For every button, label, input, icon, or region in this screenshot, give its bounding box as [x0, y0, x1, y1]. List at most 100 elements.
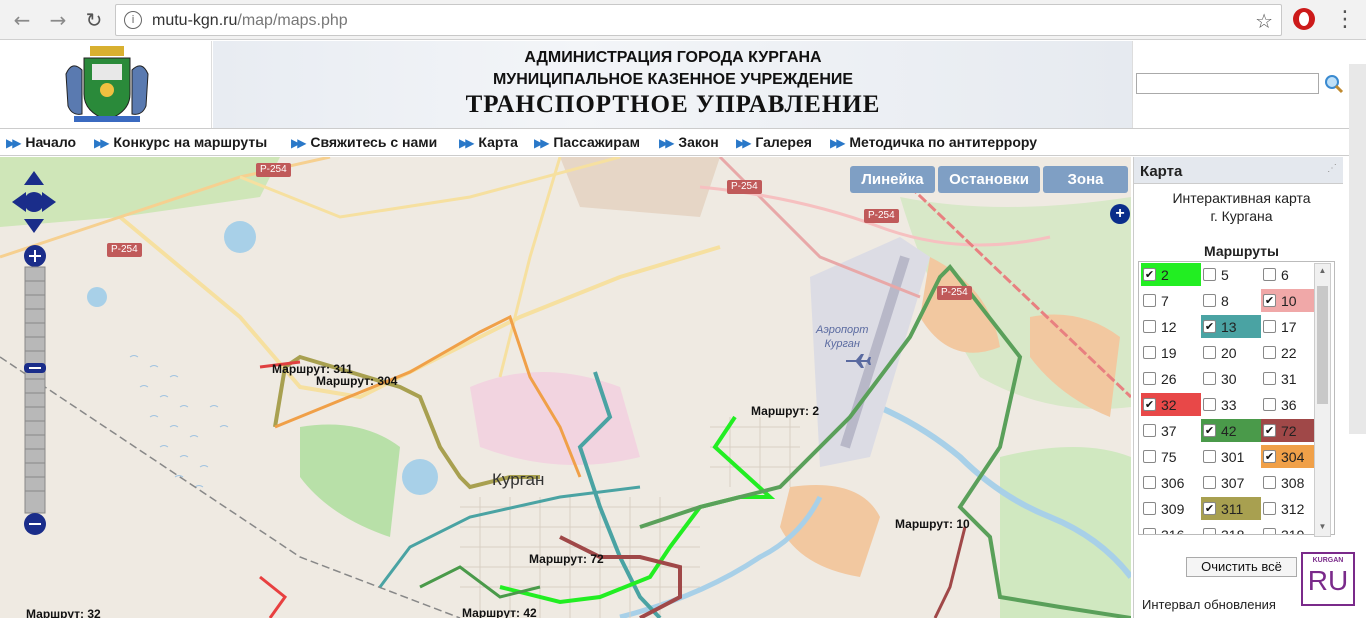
browser-menu-icon[interactable]: ⋮ [1334, 7, 1356, 32]
nav-contest[interactable]: ▶▶ Конкурс на маршруты [94, 134, 267, 150]
ruler-button[interactable]: Линейка [850, 166, 935, 193]
route-option-75[interactable]: 75 [1141, 445, 1201, 468]
route-checkbox[interactable]: ✔ [1143, 268, 1156, 281]
route-option-7[interactable]: 7 [1141, 289, 1201, 312]
route-checkbox[interactable]: ✔ [1263, 294, 1276, 307]
route-checkbox[interactable] [1203, 372, 1216, 385]
routes-list[interactable]: ✔ 2 5 6 7 8 ✔ 10 12 ✔ 13 17 19 20 22 26 30 31 ✔ 32 33 36 37 ✔ 42… [1138, 261, 1335, 535]
route-checkbox[interactable] [1203, 450, 1216, 463]
route-checkbox[interactable] [1143, 528, 1156, 534]
city-label: Курган [492, 470, 545, 489]
search-icon[interactable] [1324, 74, 1344, 94]
nav-gallery[interactable]: ▶▶ Галерея [736, 134, 812, 150]
route-checkbox[interactable] [1203, 476, 1216, 489]
layer-switcher-plus-icon[interactable]: + [1110, 204, 1130, 224]
route-option-19[interactable]: 19 [1141, 341, 1201, 364]
route-option-12[interactable]: 12 [1141, 315, 1201, 338]
route-option-311[interactable]: ✔ 311 [1201, 497, 1261, 520]
zone-button[interactable]: Зона [1043, 166, 1128, 193]
reload-icon[interactable]: ↻ [82, 8, 106, 32]
search-input[interactable] [1136, 73, 1319, 94]
route-checkbox[interactable] [1143, 450, 1156, 463]
interactive-map[interactable]: Линейка Остановки Зона + Р-254 Р-254 Р-2… [0, 157, 1131, 618]
route-checkbox[interactable] [1263, 320, 1276, 333]
route-checkbox[interactable] [1143, 372, 1156, 385]
route-option-26[interactable]: 26 [1141, 367, 1201, 390]
scroll-thumb[interactable] [1317, 286, 1328, 404]
route-option-306[interactable]: 306 [1141, 471, 1201, 494]
route-option-17[interactable]: 17 [1261, 315, 1321, 338]
route-option-5[interactable]: 5 [1201, 263, 1261, 286]
forward-icon[interactable]: → [46, 8, 70, 32]
scroll-up-icon[interactable]: ▲ [1317, 266, 1328, 276]
route-checkbox[interactable]: ✔ [1263, 450, 1276, 463]
route-checkbox[interactable] [1143, 320, 1156, 333]
route-checkbox[interactable] [1263, 502, 1276, 515]
route-checkbox[interactable] [1263, 268, 1276, 281]
route-checkbox[interactable] [1143, 502, 1156, 515]
route-option-307[interactable]: 307 [1201, 471, 1261, 494]
address-bar[interactable]: i mutu-kgn.ru/map/maps.php ☆ [115, 4, 1282, 36]
route-checkbox[interactable] [1263, 528, 1276, 534]
route-option-304[interactable]: ✔ 304 [1261, 445, 1321, 468]
page-scrollbar[interactable] [1349, 64, 1366, 434]
route-checkbox[interactable] [1143, 424, 1156, 437]
route-option-316[interactable]: 316 [1141, 523, 1201, 534]
route-option-32[interactable]: ✔ 32 [1141, 393, 1201, 416]
route-option-20[interactable]: 20 [1201, 341, 1261, 364]
nav-home[interactable]: ▶▶ Начало [6, 134, 76, 150]
route-option-30[interactable]: 30 [1201, 367, 1261, 390]
route-checkbox[interactable] [1143, 346, 1156, 359]
routes-scrollbar[interactable]: ▲ ▼ [1314, 263, 1331, 537]
route-option-37[interactable]: 37 [1141, 419, 1201, 442]
route-checkbox[interactable] [1263, 372, 1276, 385]
route-option-72[interactable]: ✔ 72 [1261, 419, 1321, 442]
route-checkbox[interactable] [1203, 294, 1216, 307]
route-checkbox[interactable]: ✔ [1143, 398, 1156, 411]
map-canvas[interactable] [0, 157, 1131, 618]
resize-grip-icon[interactable]: ⋰ [1327, 163, 1337, 174]
route-option-309[interactable]: 309 [1141, 497, 1201, 520]
route-checkbox[interactable] [1203, 398, 1216, 411]
route-option-42[interactable]: ✔ 42 [1201, 419, 1261, 442]
route-checkbox[interactable] [1203, 346, 1216, 359]
info-icon[interactable]: i [124, 11, 142, 29]
route-checkbox[interactable]: ✔ [1203, 424, 1216, 437]
route-option-318[interactable]: 318 [1201, 523, 1261, 534]
nav-map[interactable]: ▶▶ Карта [459, 134, 518, 150]
route-checkbox[interactable] [1263, 346, 1276, 359]
route-option-22[interactable]: 22 [1261, 341, 1321, 364]
route-checkbox[interactable]: ✔ [1263, 424, 1276, 437]
route-checkbox[interactable] [1263, 398, 1276, 411]
route-checkbox[interactable] [1143, 294, 1156, 307]
nav-contact[interactable]: ▶▶ Свяжитесь с нами [291, 134, 437, 150]
route-checkbox[interactable] [1143, 476, 1156, 489]
route-option-2[interactable]: ✔ 2 [1141, 263, 1201, 286]
route-option-13[interactable]: ✔ 13 [1201, 315, 1261, 338]
route-checkbox[interactable]: ✔ [1203, 502, 1216, 515]
back-icon[interactable]: ← [10, 8, 34, 32]
opera-extension-icon[interactable] [1293, 8, 1315, 30]
route-option-319[interactable]: 319 [1261, 523, 1321, 534]
route-checkbox[interactable] [1203, 528, 1216, 534]
route-checkbox[interactable] [1263, 476, 1276, 489]
route-option-8[interactable]: 8 [1201, 289, 1261, 312]
route-option-6[interactable]: 6 [1261, 263, 1321, 286]
route-option-312[interactable]: 312 [1261, 497, 1321, 520]
route-option-33[interactable]: 33 [1201, 393, 1261, 416]
route-checkbox[interactable]: ✔ [1203, 320, 1216, 333]
route-option-31[interactable]: 31 [1261, 367, 1321, 390]
scroll-down-icon[interactable]: ▼ [1317, 522, 1328, 532]
bookmark-star-icon[interactable]: ☆ [1255, 9, 1273, 33]
route-option-36[interactable]: 36 [1261, 393, 1321, 416]
route-option-308[interactable]: 308 [1261, 471, 1321, 494]
nav-passengers[interactable]: ▶▶ Пассажирам [534, 134, 640, 150]
route-option-301[interactable]: 301 [1201, 445, 1261, 468]
nav-antiterror[interactable]: ▶▶ Методичка по антитеррору [830, 134, 1037, 150]
url-text[interactable]: mutu-kgn.ru/map/maps.php [152, 12, 348, 30]
stops-button[interactable]: Остановки [938, 166, 1040, 193]
route-checkbox[interactable] [1203, 268, 1216, 281]
nav-law[interactable]: ▶▶ Закон [659, 134, 719, 150]
route-option-10[interactable]: ✔ 10 [1261, 289, 1321, 312]
clear-all-button[interactable]: Очистить всё [1186, 557, 1297, 577]
